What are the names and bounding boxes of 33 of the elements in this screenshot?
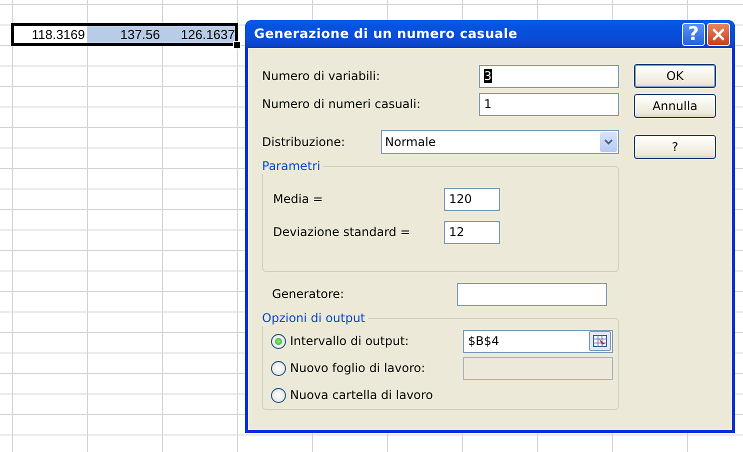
radio-option[interactable]: Nuovo foglio di lavoro: <box>271 360 463 376</box>
spreadsheet-cell[interactable]: 137.56 <box>87 24 162 45</box>
field-label: Generatore: <box>272 287 344 301</box>
dialog-button[interactable]: OK <box>634 64 716 88</box>
range-picker-button[interactable] <box>589 331 611 351</box>
radio-icon[interactable] <box>271 388 286 402</box>
close-button[interactable] <box>707 22 730 46</box>
radio-option[interactable]: Intervallo di output: <box>271 334 463 348</box>
radio-icon[interactable] <box>271 334 286 348</box>
radio-option[interactable]: Nuova cartella di lavoro <box>271 388 463 402</box>
fill-handle[interactable] <box>233 41 241 49</box>
dialog-button[interactable]: Annulla <box>634 94 716 118</box>
input-field[interactable] <box>457 282 607 306</box>
help-button[interactable]: ? <box>682 22 705 46</box>
cell-range-icon <box>593 335 607 347</box>
radio-icon[interactable] <box>271 360 286 376</box>
field-label: Numero di variabili: <box>262 69 380 83</box>
group-title: Opzioni di output <box>260 310 368 326</box>
dialog-title: Generazione di un numero casuale <box>254 26 518 42</box>
field-label: Deviazione standard = <box>273 225 412 239</box>
field-label: Media = <box>273 192 324 206</box>
field-label: Numero di numeri casuali: <box>262 97 420 111</box>
input-field[interactable]: 3 <box>479 64 619 88</box>
dropdown[interactable]: Normale <box>381 130 619 154</box>
field-label: Distribuzione: <box>262 135 346 149</box>
group-title: Parametri <box>260 158 324 174</box>
input-field[interactable]: 1 <box>479 92 619 116</box>
input-field[interactable]: $B$4 <box>463 330 613 352</box>
dialog-button[interactable]: ? <box>634 135 716 159</box>
input-field[interactable]: 120 <box>444 188 500 210</box>
input-field[interactable]: 12 <box>444 220 500 244</box>
close-icon <box>712 28 725 40</box>
spreadsheet-cell[interactable]: 126.1637 <box>162 24 237 45</box>
